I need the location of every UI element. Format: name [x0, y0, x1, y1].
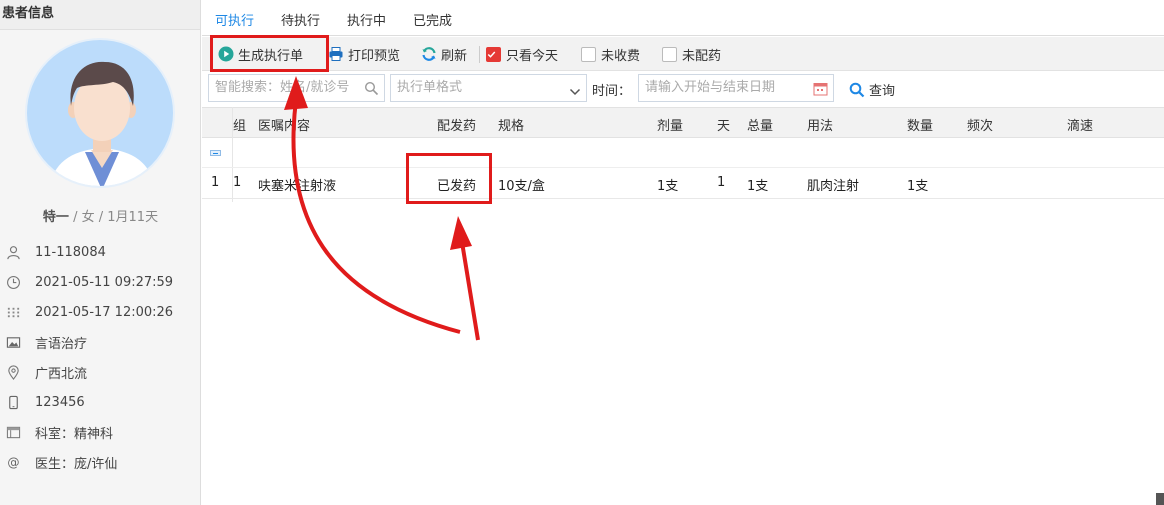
- info-text: 言语治疗: [35, 336, 88, 352]
- col-usage[interactable]: 用法: [807, 115, 833, 134]
- undispensed-checkbox[interactable]: 未配药: [662, 45, 722, 64]
- patient-summary: 特一 / 女 / 1月11天: [42, 210, 159, 225]
- info-text: 科室：精神科: [35, 426, 114, 442]
- info-row-admit-time: 2021-05-11 09:27:59: [0, 272, 201, 292]
- refresh-icon: [422, 47, 436, 61]
- row-index: 1: [211, 175, 220, 190]
- unpaid-label: 未收费: [601, 48, 641, 64]
- cell-total: 1支: [747, 179, 769, 194]
- patient-name: 特一: [42, 210, 69, 225]
- unpaid-checkbox[interactable]: 未收费: [581, 45, 641, 64]
- refresh-button[interactable]: 刷新: [421, 45, 468, 64]
- info-text: 2021-05-11 09:27:59: [35, 274, 174, 290]
- checkbox-checked-icon: [486, 46, 501, 62]
- info-row-phone: 123456: [0, 392, 201, 412]
- patient-info-panel: 患者信息 特一 / 女 / 1月11天 11-118084 2021-05-11…: [0, 0, 201, 505]
- info-row-doctor: @ 医生：庞/许仙: [0, 452, 201, 472]
- cell-dose: 1支: [657, 179, 679, 194]
- format-placeholder: 执行单格式: [397, 80, 463, 95]
- svg-text:@: @: [7, 455, 19, 469]
- today-only-checkbox[interactable]: 只看今天: [486, 45, 559, 64]
- tab-pending[interactable]: 待执行: [281, 10, 320, 29]
- col-order-content[interactable]: 医嘱内容: [258, 115, 310, 134]
- play-icon: [218, 46, 234, 62]
- phone-icon: [5, 394, 21, 410]
- table-header: 组 医嘱内容 配发药 规格 剂量 天 总量 用法 数量 频次 滴速: [202, 107, 1164, 138]
- col-dose[interactable]: 剂量: [657, 115, 683, 134]
- info-text: 123456: [35, 394, 85, 410]
- info-text: 广西北流: [35, 366, 88, 382]
- scrollbar-thumb[interactable]: [1156, 493, 1164, 505]
- print-label: 打印预览: [348, 48, 401, 64]
- filter-bar: 智能搜索：姓名/就诊号 执行单格式 时间： 请输入开始与结束日期 查询: [202, 71, 1164, 107]
- tab-executable[interactable]: 可执行: [210, 10, 259, 38]
- col-total[interactable]: 总量: [747, 115, 773, 134]
- printer-icon: [329, 47, 343, 61]
- panel-title: 患者信息: [0, 0, 200, 30]
- info-row-date: 2021-05-17 12:00:26: [0, 302, 201, 322]
- calendar-picker-icon[interactable]: [813, 80, 828, 106]
- collapse-icon[interactable]: [210, 150, 221, 156]
- time-label: 时间：: [592, 84, 632, 99]
- group-row: [202, 139, 1164, 168]
- search-placeholder: 智能搜索：姓名/就诊号: [215, 80, 350, 95]
- col-drip-rate[interactable]: 滴速: [1067, 115, 1093, 134]
- tab-in-progress[interactable]: 执行中: [347, 10, 386, 29]
- info-text: 11-118084: [35, 244, 106, 260]
- date-placeholder: 请输入开始与结束日期: [645, 80, 776, 95]
- checkbox-icon: [662, 46, 677, 62]
- calendar-icon: [5, 304, 21, 320]
- main-panel: 可执行 待执行 执行中 已完成 生成执行单 打印预览 刷新 只看今天 未收费 未…: [202, 0, 1164, 505]
- sheet-format-select[interactable]: 执行单格式: [390, 74, 587, 102]
- info-row-department: 科室：精神科: [0, 422, 201, 442]
- col-quantity[interactable]: 数量: [907, 115, 933, 134]
- cell-quantity: 1支: [907, 179, 929, 194]
- avatar: [25, 38, 175, 188]
- checkbox-icon: [581, 46, 596, 62]
- refresh-label: 刷新: [441, 48, 468, 64]
- cell-group: 1: [233, 175, 242, 190]
- col-group[interactable]: 组: [233, 115, 246, 134]
- department-icon: [5, 424, 21, 440]
- col-spec[interactable]: 规格: [498, 115, 524, 134]
- cell-days: 1: [717, 175, 726, 190]
- search-icon: [849, 82, 865, 97]
- clock-icon: [5, 274, 21, 290]
- location-icon: [5, 364, 21, 380]
- undispensed-label: 未配药: [682, 48, 722, 64]
- cell-usage: 肌肉注射: [807, 179, 860, 194]
- info-text: 医生：庞/许仙: [35, 456, 118, 472]
- today-only-label: 只看今天: [506, 48, 559, 64]
- toolbar-divider: [479, 46, 480, 63]
- info-row-location: 广西北流: [0, 362, 201, 382]
- toolbar: 生成执行单 打印预览 刷新 只看今天 未收费 未配药: [202, 37, 1164, 71]
- info-text: 2021-05-17 12:00:26: [35, 304, 174, 320]
- smart-search-input[interactable]: 智能搜索：姓名/就诊号: [208, 74, 385, 102]
- cell-order-content: 呋塞米注射液: [258, 179, 337, 194]
- col-frequency[interactable]: 频次: [967, 115, 993, 134]
- table-row[interactable]: 1 1 呋塞米注射液 已发药 10支/盒 1支 1 1支 肌肉注射 1支: [202, 168, 1164, 199]
- info-row-therapy: 言语治疗: [0, 332, 201, 352]
- cell-spec: 10支/盒: [498, 179, 545, 194]
- search-icon[interactable]: [364, 80, 379, 106]
- generate-label: 生成执行单: [238, 48, 304, 64]
- info-row-id: 11-118084: [0, 242, 201, 262]
- tab-completed[interactable]: 已完成: [413, 10, 452, 29]
- generate-execution-sheet-button[interactable]: 生成执行单: [218, 45, 304, 64]
- query-label: 查询: [869, 84, 896, 99]
- print-preview-button[interactable]: 打印预览: [328, 45, 401, 64]
- col-days[interactable]: 天: [717, 115, 730, 134]
- date-range-input[interactable]: 请输入开始与结束日期: [638, 74, 834, 102]
- at-icon: @: [5, 454, 21, 470]
- user-icon: [5, 244, 21, 260]
- patient-age: 1月11天: [107, 210, 159, 225]
- patient-gender: 女: [81, 210, 95, 225]
- image-icon: [5, 334, 21, 350]
- query-button[interactable]: 查询: [849, 80, 895, 99]
- tab-bar: 可执行 待执行 执行中 已完成: [202, 0, 1164, 38]
- col-dispense[interactable]: 配发药: [437, 115, 476, 134]
- chevron-down-icon: [569, 82, 581, 108]
- cell-dispense: 已发药: [437, 179, 477, 194]
